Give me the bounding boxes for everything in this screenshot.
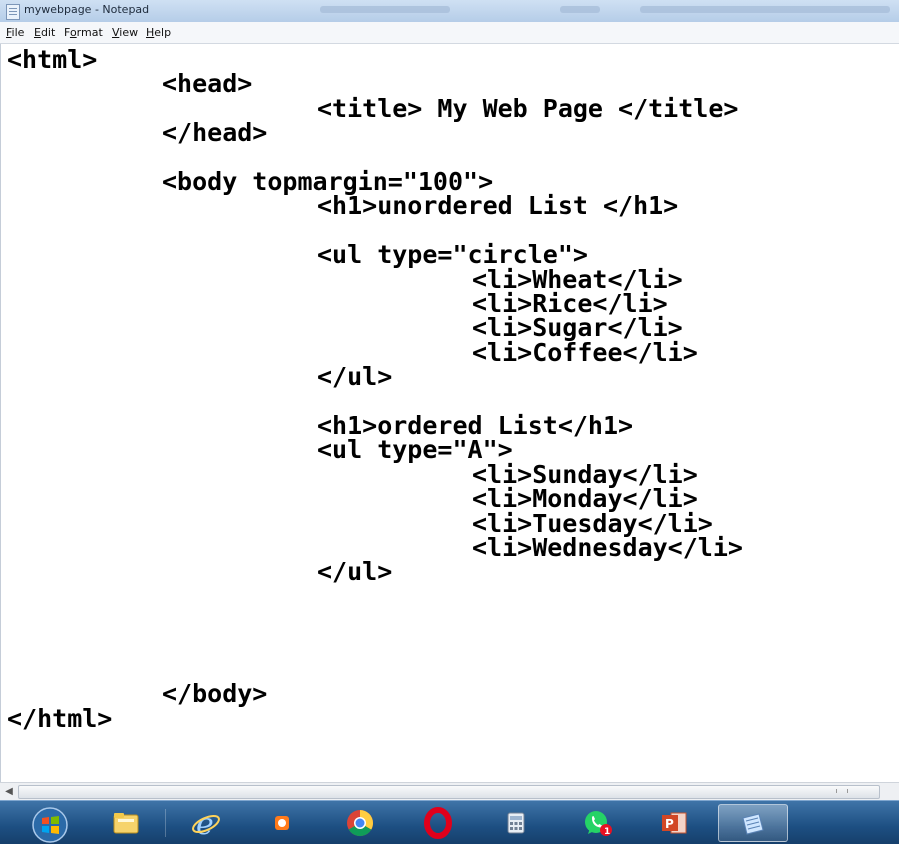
background-title-blur xyxy=(640,6,890,13)
notepad-window: mywebpage - Notepad File Edit Format Vie… xyxy=(0,0,899,844)
svg-text:P: P xyxy=(665,817,674,831)
menu-view[interactable]: View xyxy=(112,26,138,39)
whatsapp-icon: 1 xyxy=(585,811,612,837)
background-title-blur xyxy=(320,6,450,13)
taskbar-media-player[interactable] xyxy=(248,804,316,840)
taskbar: e 1 P xyxy=(0,800,899,844)
menu-file[interactable]: File xyxy=(6,26,24,39)
code-line: <li>Rice</li> xyxy=(472,289,668,318)
opera-icon xyxy=(424,807,452,839)
svg-text:1: 1 xyxy=(604,827,610,837)
taskbar-internet-explorer[interactable]: e xyxy=(172,804,240,840)
code-line: <li>Coffee</li> xyxy=(472,337,698,367)
taskbar-calculator[interactable] xyxy=(482,804,550,840)
code-line: <ul type="A"> xyxy=(317,435,513,465)
code-line: <li>Sunday</li> xyxy=(472,459,698,489)
menu-bar: File Edit Format View Help xyxy=(0,22,899,44)
powerpoint-icon: P xyxy=(662,812,687,834)
taskbar-whatsapp[interactable]: 1 xyxy=(562,804,630,840)
svg-text:e: e xyxy=(196,807,214,839)
menu-help[interactable]: Help xyxy=(146,26,171,39)
taskbar-powerpoint[interactable]: P xyxy=(640,804,708,840)
code-line: </head> xyxy=(162,118,268,148)
code-line: </ul> xyxy=(317,362,393,392)
code-line: </body> xyxy=(162,679,268,709)
notepad-app-icon[interactable] xyxy=(6,4,20,20)
menu-edit[interactable]: Edit xyxy=(34,26,55,39)
windows-start-icon xyxy=(32,807,68,843)
code-line: <h1>ordered List</h1> xyxy=(317,411,634,440)
taskbar-chrome[interactable] xyxy=(326,804,394,840)
code-line: <body topmargin="100"> xyxy=(162,167,494,196)
code-line: </html> xyxy=(7,703,113,733)
window-title: mywebpage - Notepad xyxy=(24,3,150,16)
scrollbar-thumb[interactable] xyxy=(18,785,880,799)
code-line: <li>Wednesday</li> xyxy=(472,533,743,562)
code-line: <li>Tuesday</li> xyxy=(472,508,713,538)
title-bar[interactable]: mywebpage - Notepad xyxy=(0,0,899,23)
background-title-blur xyxy=(560,6,600,13)
menu-format[interactable]: Format xyxy=(64,26,103,39)
code-line: <title> My Web Page </title> xyxy=(317,93,739,123)
taskbar-file-explorer[interactable] xyxy=(92,804,160,840)
folder-icon xyxy=(113,813,139,834)
code-line: </ul> xyxy=(317,557,393,587)
code-line: <li>Sugar</li> xyxy=(472,313,683,343)
chrome-icon xyxy=(347,810,374,837)
code-line: <li>Monday</li> xyxy=(472,484,698,514)
code-line: <head> xyxy=(162,69,253,99)
start-button[interactable] xyxy=(14,804,76,843)
taskbar-opera[interactable] xyxy=(404,804,472,840)
notepad-icon xyxy=(742,813,764,835)
code-line: <ul type="circle"> xyxy=(317,240,588,270)
code-line: <h1>unordered List </h1> xyxy=(317,191,679,221)
internet-explorer-icon: e xyxy=(192,807,220,839)
scroll-left-icon[interactable]: ◀ xyxy=(2,785,16,799)
media-player-icon xyxy=(275,816,289,830)
horizontal-scrollbar[interactable]: ◀ xyxy=(0,782,899,801)
text-editor-area[interactable]: <html> <head> <title> My Web Page </title>… xyxy=(0,44,899,782)
taskbar-notepad[interactable] xyxy=(718,804,788,842)
scrollbar-grip-icon xyxy=(836,789,848,793)
code-line: <li>Wheat</li> xyxy=(472,264,683,294)
taskbar-separator xyxy=(165,809,166,837)
calculator-icon xyxy=(507,812,525,834)
code-line: <html> xyxy=(7,45,98,74)
